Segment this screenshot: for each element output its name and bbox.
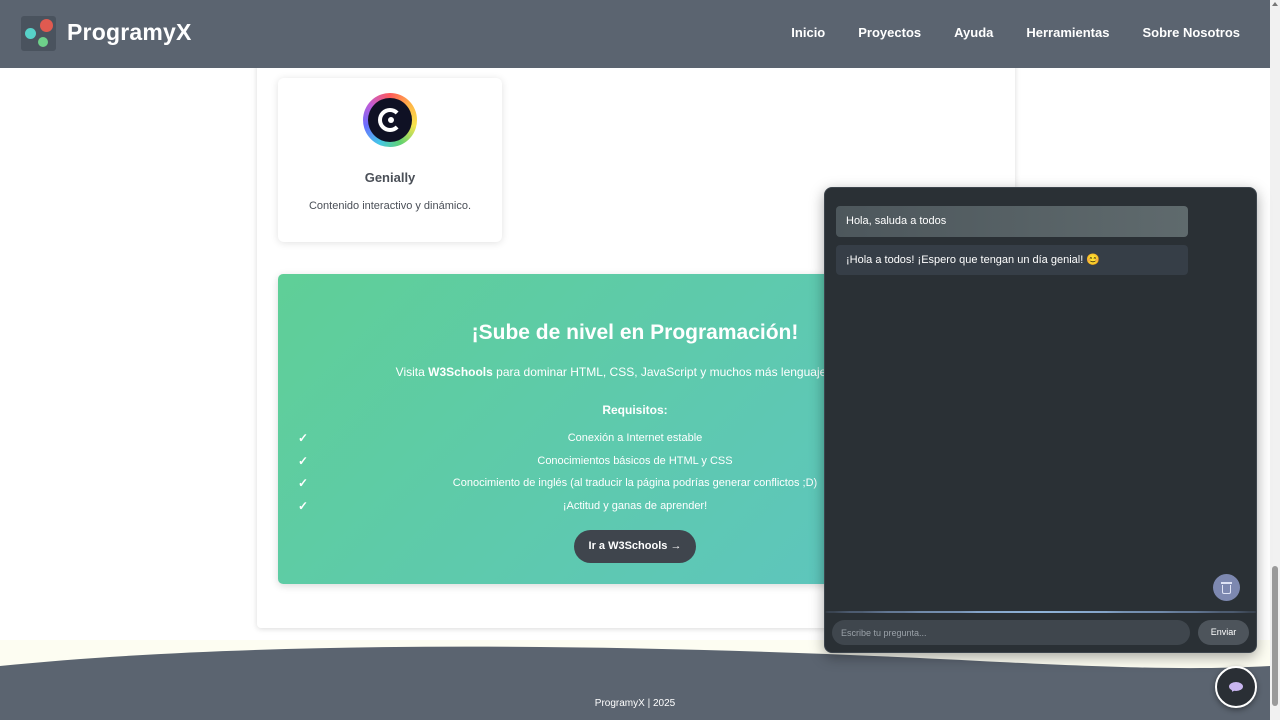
chat-panel: Hola, saluda a todos ¡Hola a todos! ¡Esp… <box>824 187 1257 653</box>
chat-input[interactable] <box>832 620 1190 645</box>
scroll-thumb[interactable] <box>1272 566 1278 706</box>
tool-card-genially[interactable]: Genially Contenido interactivo y dinámic… <box>278 78 502 242</box>
nav-ayuda[interactable]: Ayuda <box>954 25 993 40</box>
trash-icon <box>1221 582 1232 584</box>
check-icon: ✓ <box>298 498 309 513</box>
brand-logo-icon[interactable] <box>21 16 56 51</box>
genially-g-dot <box>388 117 394 123</box>
check-icon: ✓ <box>298 431 309 445</box>
check-icon: ✓ <box>298 453 309 468</box>
site-header: ProgramyX Inicio Proyectos Ayuda Herrami… <box>0 0 1270 68</box>
nav-sobre-nosotros[interactable]: Sobre Nosotros <box>1142 25 1240 40</box>
logo-dot-red <box>40 19 53 32</box>
tool-description: Contenido interactivo y dinámico. <box>308 200 472 212</box>
brand-name[interactable]: ProgramyX <box>67 19 192 46</box>
send-button[interactable]: Enviar <box>1198 620 1249 645</box>
genially-logo-inner <box>368 98 412 142</box>
page-scrollbar[interactable] <box>1270 0 1280 720</box>
trash-icon-body <box>1222 585 1231 594</box>
chat-message-user: Hola, saluda a todos <box>836 206 1188 237</box>
promo-text-prefix: Visita <box>395 365 429 379</box>
clear-chat-button[interactable] <box>1213 574 1240 601</box>
logo-dot-teal <box>25 28 36 39</box>
nav-herramientas[interactable]: Herramientas <box>1026 25 1109 40</box>
tool-name: Genially <box>364 170 416 185</box>
nav-proyectos[interactable]: Proyectos <box>858 25 921 40</box>
main-nav: Inicio Proyectos Ayuda Herramientas Sobr… <box>758 25 1240 40</box>
check-icon: ✓ <box>298 476 309 490</box>
go-to-w3schools-button[interactable]: Ir a W3Schools → <box>574 530 696 563</box>
promo-text-suffix: para dominar HTML, CSS, JavaScript y muc… <box>492 365 875 379</box>
genially-logo-icon <box>363 93 417 147</box>
logo-dot-green <box>38 37 48 47</box>
chat-bubble-tail <box>1229 687 1237 693</box>
footer-copyright: ProgramyX | 2025 <box>594 698 676 709</box>
chat-message-bot: ¡Hola a todos! ¡Espero que tengan un día… <box>836 245 1188 275</box>
chat-toggle-button[interactable] <box>1215 666 1257 708</box>
nav-inicio[interactable]: Inicio <box>791 25 825 40</box>
chat-divider <box>825 611 1256 613</box>
promo-text-brand: W3Schools <box>428 365 493 379</box>
scroll-up-arrow-icon[interactable] <box>1272 2 1278 6</box>
